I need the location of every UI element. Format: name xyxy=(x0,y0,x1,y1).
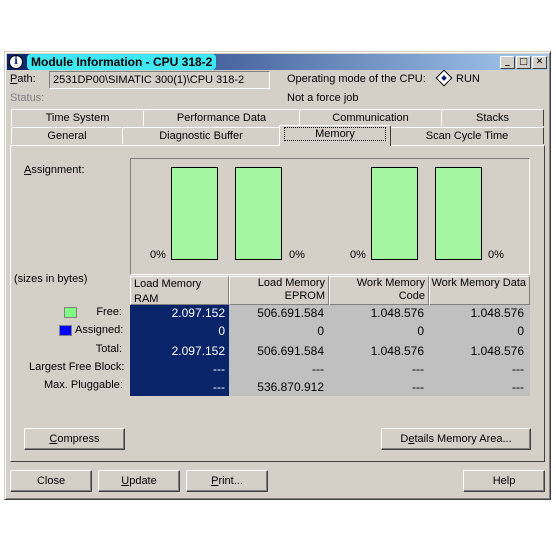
cell-free-load-ram[interactable]: 2.097.152 xyxy=(130,304,229,322)
assignment-label: Assignment: xyxy=(24,164,85,176)
bar-label-work-code: 0% xyxy=(350,249,366,261)
col-load-memory-ram[interactable]: Load Memory RAM xyxy=(130,276,229,305)
bar-label-load-eprom: 0% xyxy=(289,249,305,261)
load-memory-ram-bar xyxy=(171,167,218,260)
work-memory-code-bar xyxy=(371,167,418,260)
tab-scan-cycle-time[interactable]: Scan Cycle Time xyxy=(390,127,544,144)
tab-time-system[interactable]: Time System xyxy=(11,109,144,126)
operating-mode-value: RUN xyxy=(456,73,480,85)
path-label: Path: xyxy=(10,73,36,85)
status-label: Status: xyxy=(10,92,45,104)
tab-general[interactable]: General xyxy=(11,127,123,144)
cell-assigned-load-eprom[interactable]: 0 xyxy=(229,322,328,340)
assigned-color-swatch xyxy=(59,325,72,336)
operating-mode-label: Operating mode of the CPU: xyxy=(287,73,426,85)
title-bar[interactable]: i Module Information - CPU 318-2 _ □ ✕ xyxy=(7,54,548,70)
bar-label-work-data: 0% xyxy=(488,249,504,261)
cell-free-load-eprom[interactable]: 506.691.584 xyxy=(229,304,328,322)
table-header: Load Memory RAM Load Memory EPROM Work M… xyxy=(130,276,530,305)
col-load-memory-eprom[interactable]: Load Memory EPROM xyxy=(229,276,329,305)
info-icon: i xyxy=(9,55,23,69)
tab-diagnostic-buffer[interactable]: Diagnostic Buffer xyxy=(122,127,280,144)
close-window-button[interactable]: ✕ xyxy=(532,56,547,69)
compress-button[interactable]: Compress xyxy=(24,428,125,450)
details-memory-area-button[interactable]: Details Memory Area... xyxy=(381,428,531,450)
assignment-chart: 0% 0% 0% 0% xyxy=(130,158,530,275)
force-job-text: Not a force job xyxy=(287,92,359,104)
cell-maxplug-load-ram[interactable]: --- xyxy=(130,378,229,396)
path-field[interactable]: 2531DP00\SIMATIC 300(1)\CPU 318-2 xyxy=(49,71,270,89)
free-color-swatch xyxy=(64,307,77,318)
help-button[interactable]: Help xyxy=(463,470,545,492)
work-memory-data-bar xyxy=(435,167,482,260)
cell-assigned-work-code[interactable]: 0 xyxy=(328,322,428,340)
cell-largest-load-eprom[interactable]: --- xyxy=(229,360,328,378)
row-label-free: Free: xyxy=(96,306,122,318)
cell-assigned-load-ram[interactable]: 0 xyxy=(130,322,229,340)
cell-total-work-code[interactable]: 1.048.576 xyxy=(328,342,428,360)
cell-maxplug-work-data[interactable]: --- xyxy=(428,378,528,396)
cell-total-load-eprom[interactable]: 506.691.584 xyxy=(229,342,328,360)
cell-total-load-ram[interactable]: 2.097.152 xyxy=(130,342,229,360)
sizes-label: (sizes in bytes) xyxy=(14,273,88,285)
cell-maxplug-work-code[interactable]: --- xyxy=(328,378,428,396)
print-button[interactable]: Print... xyxy=(186,470,268,492)
col-work-memory-code[interactable]: Work Memory Code xyxy=(329,276,429,305)
cell-assigned-work-data[interactable]: 0 xyxy=(428,322,528,340)
cell-total-work-data[interactable]: 1.048.576 xyxy=(428,342,528,360)
maximize-button[interactable]: □ xyxy=(516,56,531,69)
cell-free-work-data[interactable]: 1.048.576 xyxy=(428,304,528,322)
tab-stacks[interactable]: Stacks xyxy=(441,109,544,126)
tab-memory-label: Memory xyxy=(284,127,386,141)
update-button[interactable]: Update xyxy=(98,470,180,492)
tab-communication[interactable]: Communication xyxy=(299,109,442,126)
load-memory-eprom-bar xyxy=(235,167,282,260)
row-label-max-pluggable: Max. Pluggable: xyxy=(44,379,123,391)
close-button[interactable]: Close xyxy=(10,470,92,492)
row-label-assigned: Assigned: xyxy=(75,324,124,336)
col-work-memory-data[interactable]: Work Memory Data xyxy=(429,276,530,305)
bar-label-load-ram: 0% xyxy=(150,249,166,261)
cell-largest-load-ram[interactable]: --- xyxy=(130,360,229,378)
tab-performance-data[interactable]: Performance Data xyxy=(143,109,300,126)
row-label-total: Total: xyxy=(95,343,122,355)
window-title: Module Information - CPU 318-2 xyxy=(27,54,217,70)
minimize-button[interactable]: _ xyxy=(500,56,515,69)
cell-largest-work-data[interactable]: --- xyxy=(428,360,528,378)
cell-maxplug-load-eprom[interactable]: 536.870.912 xyxy=(229,378,328,396)
row-label-largest-free-block: Largest Free Block: xyxy=(29,361,125,373)
cell-free-work-code[interactable]: 1.048.576 xyxy=(328,304,428,322)
cell-largest-work-code[interactable]: --- xyxy=(328,360,428,378)
tab-memory[interactable]: Memory xyxy=(279,125,391,146)
